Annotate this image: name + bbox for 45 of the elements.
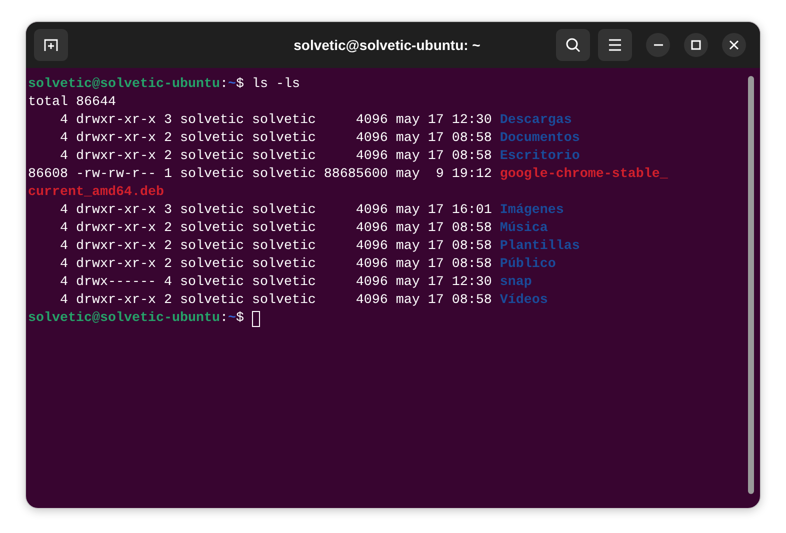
window-title: solvetic@solvetic-ubuntu: ~ <box>292 37 482 53</box>
file-info: 86608 -rw-rw-r-- 1 solvetic solvetic 88685600 may 9 19:12 <box>28 166 492 184</box>
prompt-separator: : <box>220 76 228 94</box>
file-info: 4 drwxr-xr-x 2 solvetic solvetic 4096 may 17 08:58 <box>58 220 492 238</box>
prompt-symbol: $ <box>236 310 244 328</box>
new-tab-icon <box>43 37 59 53</box>
file-name: google-chrome-stable_ <box>500 166 668 184</box>
menu-button[interactable] <box>598 29 632 61</box>
command-text: ls -ls <box>252 76 300 94</box>
prompt-path: ~ <box>228 310 236 328</box>
file-info: 4 drwxr-xr-x 3 solvetic solvetic 4096 may 17 12:30 <box>58 112 492 130</box>
file-name: Escritorio <box>500 148 580 166</box>
file-info: 4 drwxr-xr-x 2 solvetic solvetic 4096 may 17 08:58 <box>58 130 492 148</box>
file-info: 4 drwxr-xr-x 2 solvetic solvetic 4096 may 17 08:58 <box>58 256 492 274</box>
file-name: Plantillas <box>500 238 580 256</box>
file-info: 4 drwxr-xr-x 2 solvetic solvetic 4096 may 17 08:58 <box>58 148 492 166</box>
search-button[interactable] <box>556 29 590 61</box>
file-name: Descargas <box>500 112 572 130</box>
maximize-button[interactable] <box>684 33 708 57</box>
minimize-icon <box>654 44 662 46</box>
prompt-path: ~ <box>228 76 236 94</box>
minimize-button[interactable] <box>646 33 670 57</box>
prompt-separator: : <box>220 310 228 328</box>
prompt-symbol: $ <box>236 76 244 94</box>
prompt-user: solvetic@solvetic-ubuntu <box>28 310 220 328</box>
file-name: snap <box>500 274 532 292</box>
close-icon <box>729 40 739 50</box>
file-name: Música <box>500 220 548 238</box>
file-name: Público <box>500 256 556 274</box>
file-name: current_amd64.deb <box>28 184 164 202</box>
file-info: 4 drwxr-xr-x 3 solvetic solvetic 4096 may 17 16:01 <box>58 202 492 220</box>
close-button[interactable] <box>722 33 746 57</box>
output-text: total 86644 <box>28 94 116 112</box>
prompt-user: solvetic@solvetic-ubuntu <box>28 76 220 94</box>
file-info: 4 drwxr-xr-x 2 solvetic solvetic 4096 may 17 08:58 <box>58 238 492 256</box>
file-info: 4 drwx------ 4 solvetic solvetic 4096 may 17 12:30 <box>58 274 492 292</box>
file-info: 4 drwxr-xr-x 2 solvetic solvetic 4096 may 17 08:58 <box>58 292 492 310</box>
file-name: Imágenes <box>500 202 564 220</box>
file-name: Documentos <box>500 130 580 148</box>
new-tab-button[interactable] <box>34 29 68 61</box>
maximize-icon <box>691 40 701 50</box>
scrollbar[interactable] <box>748 76 754 494</box>
search-icon <box>565 37 581 53</box>
file-name: Vídeos <box>500 292 548 310</box>
menu-icon <box>608 39 622 51</box>
